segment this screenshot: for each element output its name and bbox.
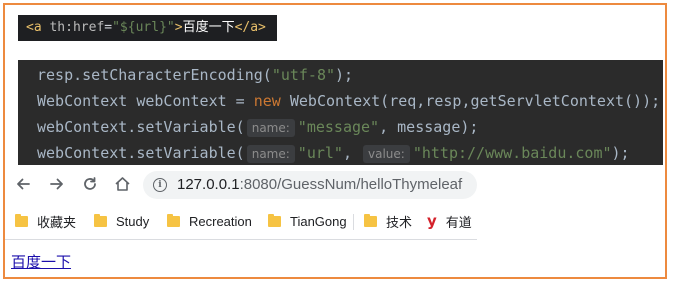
code-text: resp.setCharacterEncoding( [37,66,272,84]
code-text: , message); [379,118,479,136]
folder-icon [15,213,28,227]
url-host: 127.0.0.1 [177,176,240,193]
close-tag: </a> [234,20,266,35]
browser-toolbar: i 127.0.0.1:8080/GuessNum/helloThymeleaf [5,167,477,201]
folder-icon [364,213,377,227]
param-hint: name: [246,145,295,163]
attr-eq: = [104,20,113,35]
code-text: ); [611,144,630,162]
tag-gt: > [174,20,183,35]
youdao-icon: y [427,212,437,230]
forward-icon[interactable] [44,171,70,197]
html-snippet: <a th:href="${url}">百度一下</a> [18,15,277,41]
toolbar-divider [5,239,477,240]
code-line-1: resp.setCharacterEncoding("utf-8"); [37,62,353,88]
bookmark-divider [353,214,354,230]
address-bar[interactable]: i 127.0.0.1:8080/GuessNum/helloThymeleaf [143,171,477,199]
code-string: "utf-8" [271,66,336,84]
code-string: "http://www.baidu.com" [412,144,612,162]
bookmark-recreation[interactable]: Recreation [167,211,252,231]
back-icon[interactable] [10,171,36,197]
bookmark-youdao[interactable]: y 有道 [427,211,472,231]
attr-name: th:href [49,20,105,35]
home-icon[interactable] [109,171,135,197]
code-text: WebContext webContext = [37,92,254,110]
baidu-link[interactable]: 百度一下 [11,251,71,272]
code-line-3: webContext.setVariable(name: "message", m… [37,114,478,140]
code-text: webContext.setVariable( [37,144,245,162]
bookmark-study[interactable]: Study [94,211,149,231]
code-text: webContext.setVariable( [37,118,245,136]
param-hint: name: [246,119,295,137]
code-line-2: WebContext webContext = new WebContext(r… [37,88,660,114]
info-icon[interactable]: i [153,178,167,192]
code-text: , [342,144,352,162]
bookmark-label: 收藏夹 [37,214,77,230]
bookmarks-bar: 收藏夹 Study Recreation TianGong 技术 y 有道 [5,207,477,235]
param-hint: value: [363,145,410,163]
attr-value: "${url}" [112,20,175,35]
folder-icon [268,213,281,227]
code-text: WebContext(req,resp,getServletContext())… [280,92,661,110]
bookmark-shoucangjia[interactable]: 收藏夹 [15,211,76,231]
bookmark-label: Recreation [189,213,252,229]
bookmark-tiangong[interactable]: TianGong [268,211,347,231]
java-code-block: resp.setCharacterEncoding("utf-8"); WebC… [18,60,663,165]
code-line-4: webContext.setVariable(name: "url", value… [37,140,630,166]
code-text: ); [335,66,354,84]
open-tag: <a [26,20,42,35]
code-string: "url" [297,144,343,162]
folder-icon [167,213,180,227]
code-string: "message" [297,118,380,136]
url-path: :8080/GuessNum/helloThymeleaf [239,176,463,193]
bookmark-label: 有道 [445,214,472,230]
bookmark-label: TianGong [290,213,347,229]
link-text-in-code: 百度一下 [182,20,235,35]
bookmark-jishu[interactable]: 技术 [364,211,412,231]
folder-icon [94,213,107,227]
url-text[interactable]: 127.0.0.1:8080/GuessNum/helloThymeleaf [177,171,462,199]
reload-icon[interactable] [77,171,103,197]
bookmark-label: Study [116,213,150,229]
screenshot-frame: <a th:href="${url}">百度一下</a> resp.setCha… [3,3,667,279]
bookmark-label: 技术 [386,214,413,230]
code-keyword: new [253,92,281,110]
